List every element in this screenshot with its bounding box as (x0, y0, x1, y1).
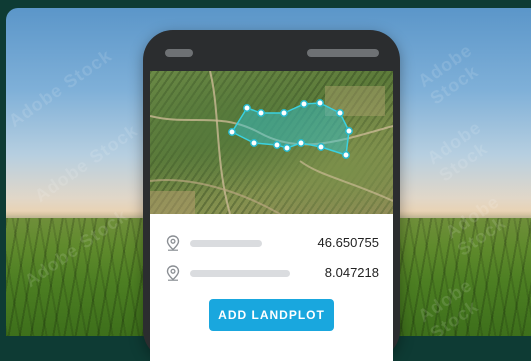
polygon-vertex (316, 99, 324, 107)
phone-speaker (307, 49, 379, 57)
polygon-vertex (250, 139, 258, 147)
satellite-map[interactable] (150, 71, 393, 214)
latitude-row: 46.650755 (150, 231, 393, 255)
longitude-row: 8.047218 (150, 261, 393, 285)
polygon-vertex (273, 141, 281, 149)
polygon-vertex (243, 104, 251, 112)
map-overlay (150, 71, 393, 214)
polygon-vertex (297, 139, 305, 147)
latitude-label-placeholder (190, 240, 262, 247)
polygon-vertex (280, 109, 288, 117)
polygon-vertex (317, 143, 325, 151)
location-pin-icon (166, 265, 180, 281)
polygon-vertex (336, 109, 344, 117)
longitude-value: 8.047218 (324, 265, 379, 280)
polygon-vertex (342, 151, 350, 159)
watermark: Adobe Stock (6, 45, 116, 131)
latitude-value: 46.650755 (317, 235, 379, 250)
add-landplot-button[interactable]: ADD LANDPLOT (209, 299, 334, 331)
polygon-vertex (257, 109, 265, 117)
polygon-vertex (300, 100, 308, 108)
polygon-vertex (345, 127, 353, 135)
polygon-vertex (283, 144, 291, 152)
polygon-vertex (228, 128, 236, 136)
phone-screen: 46.650755 8.047218 ADD LANDPLOT (150, 71, 393, 361)
watermark: Adobe Stock (414, 39, 483, 109)
phone-mockup: 46.650755 8.047218 ADD LANDPLOT (143, 30, 400, 361)
longitude-label-placeholder (190, 270, 290, 277)
watermark: Adobe Stock (30, 120, 142, 206)
phone-camera (165, 49, 193, 57)
location-pin-icon (166, 235, 180, 251)
